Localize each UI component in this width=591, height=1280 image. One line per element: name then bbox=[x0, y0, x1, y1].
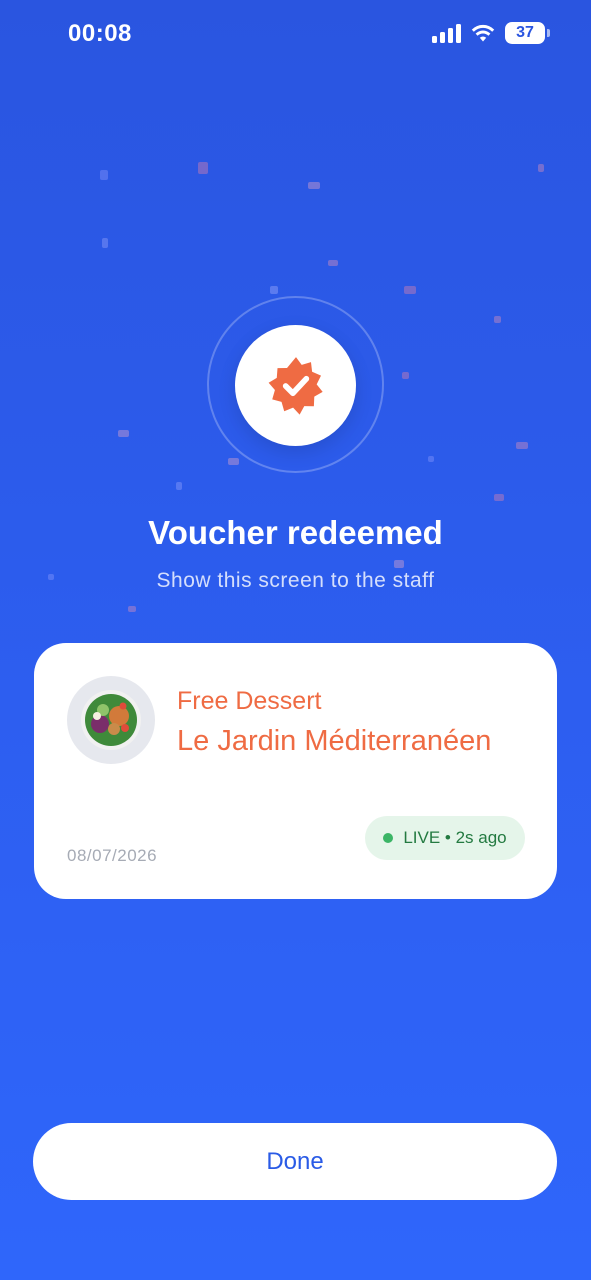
battery-icon: 37 bbox=[505, 22, 550, 44]
verified-check-badge-icon bbox=[268, 356, 323, 415]
live-dot-icon bbox=[383, 833, 394, 843]
done-button[interactable]: Done bbox=[33, 1123, 557, 1200]
food-bowl-image bbox=[67, 676, 155, 764]
redemption-date: 08/07/2026 bbox=[67, 846, 158, 865]
venue-name: Le Jardin Méditerranéen bbox=[177, 725, 492, 757]
confirmation-title: Voucher redeemed bbox=[148, 514, 443, 551]
live-status-text: LIVE • 2s ago bbox=[403, 828, 507, 847]
wifi-icon bbox=[471, 24, 495, 42]
status-time: 00:08 bbox=[68, 20, 132, 47]
redemption-screen: 00:08 37 Voucher redeemed Show this scre… bbox=[0, 0, 591, 1280]
voucher-card: Free Dessert Le Jardin Méditerranéen 08/… bbox=[34, 643, 557, 899]
status-icons: 37 bbox=[432, 22, 550, 44]
success-badge bbox=[235, 325, 356, 446]
cellular-signal-icon bbox=[432, 23, 461, 43]
battery-level: 37 bbox=[516, 24, 534, 41]
live-status-badge: LIVE • 2s ago bbox=[365, 816, 525, 860]
offer-title: Free Dessert bbox=[177, 687, 322, 715]
confirmation-subtitle: Show this screen to the staff bbox=[156, 569, 435, 592]
